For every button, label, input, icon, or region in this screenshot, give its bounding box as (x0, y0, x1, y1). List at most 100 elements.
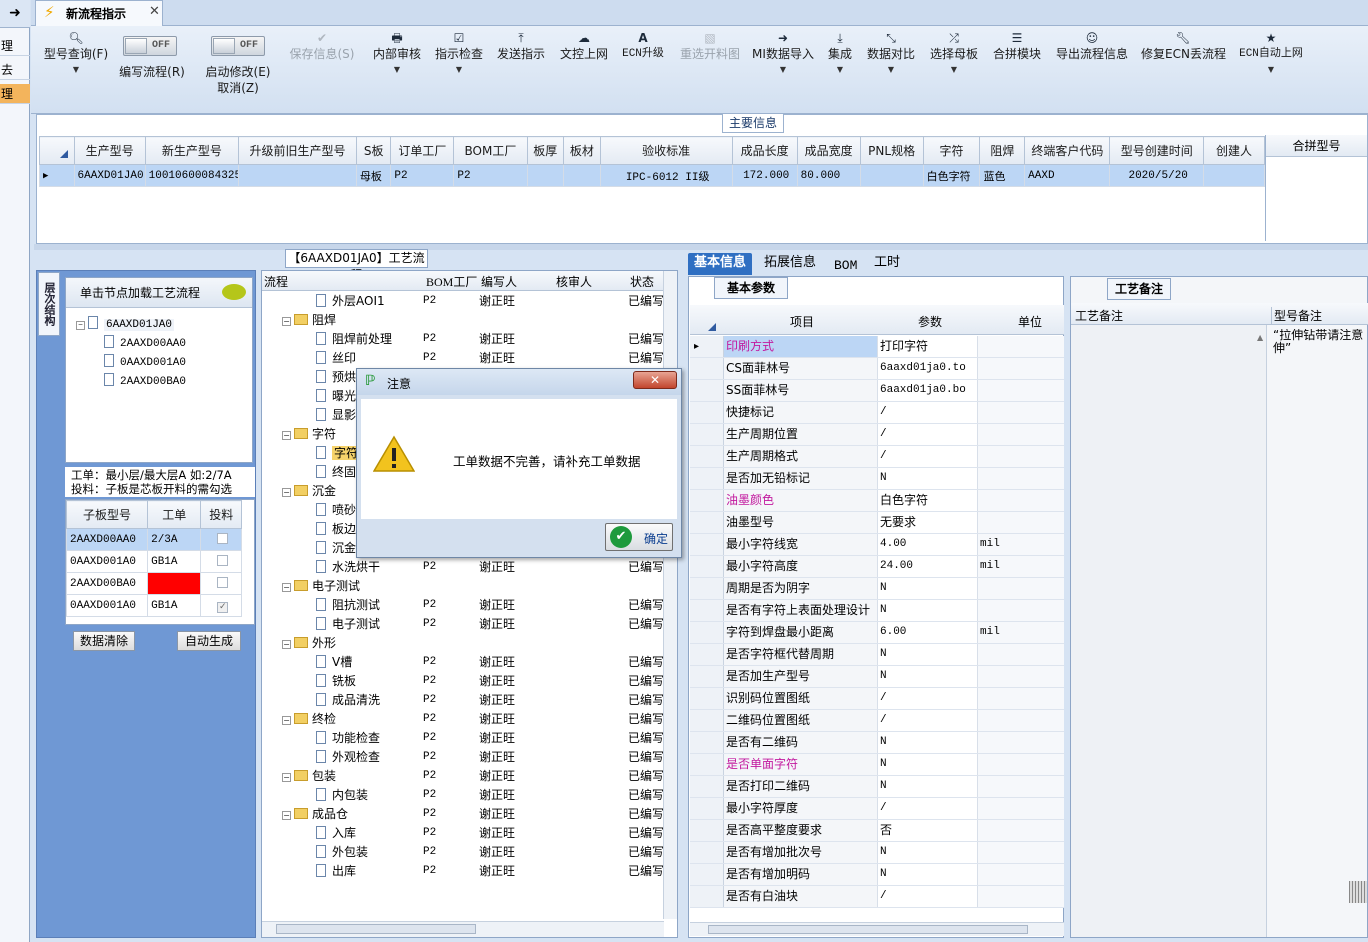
param-row[interactable]: 是否打印二维码 N (690, 776, 1064, 798)
ecn-auto-upload-button[interactable]: ★ ECN自动上网 ▼ (1235, 30, 1307, 76)
close-icon[interactable]: ✕ (633, 371, 677, 389)
col-header[interactable]: 成品长度 (731, 136, 798, 165)
feed-checkbox[interactable] (217, 554, 229, 566)
integrate-button[interactable]: ⤓ 集成 ▼ (823, 30, 857, 76)
process-group-row[interactable]: − 电子测试 (262, 577, 662, 596)
process-group-row[interactable]: − 包装 P2 谢正旺 已编写 (262, 767, 664, 786)
col-header[interactable]: 投料 (200, 500, 242, 529)
save-button[interactable]: ✔ 保存信息(S) (287, 30, 357, 62)
process-group-row[interactable]: − 成品仓 P2 谢正旺 已编写 (262, 805, 664, 824)
col-header[interactable]: 订单工厂 (390, 136, 455, 165)
col-header[interactable]: 字符 (922, 136, 981, 165)
param-value[interactable]: N (878, 578, 978, 599)
dock-item-3[interactable]: 理 (0, 84, 30, 104)
expander-icon[interactable]: − (282, 431, 291, 440)
process-step-row[interactable]: 成品清洗 P2 谢正旺 已编写 (262, 691, 664, 710)
tab-new-flow[interactable]: ⚡ 新流程指示 ✕ (35, 0, 163, 26)
process-step-row[interactable]: 外层AOI1 P2 谢正旺 已编写 (262, 292, 664, 311)
col-header[interactable]: 创建人 (1202, 136, 1266, 165)
col-header[interactable]: 验收标准 (599, 136, 733, 165)
process-note-area[interactable] (1071, 325, 1267, 937)
col-header[interactable]: 新生产型号 (144, 136, 240, 165)
param-value[interactable]: 24.00 (878, 556, 978, 577)
tree-root[interactable]: −6AAXD01JA0 (76, 316, 175, 335)
param-row[interactable]: 是否加无铅标记 N (690, 468, 1064, 490)
panel-module-button[interactable]: ☰ 合拼模块 (991, 30, 1043, 62)
param-value[interactable]: N (878, 468, 978, 489)
col-header[interactable]: 型号创建时间 (1109, 136, 1204, 165)
data-compare-button[interactable]: ⤡ 数据对比 ▼ (865, 30, 917, 76)
horizontal-scrollbar[interactable] (262, 921, 664, 937)
query-button[interactable]: 🔍︎ 型号查询(F) ▼ (41, 30, 111, 76)
col-header[interactable]: BOM工厂 (453, 136, 528, 165)
param-value[interactable]: N (878, 732, 978, 753)
process-step-row[interactable]: 功能检查 P2 谢正旺 已编写 (262, 729, 664, 748)
param-row[interactable]: 字符到焊盘最小距离 6.00 mil (690, 622, 1064, 644)
param-row[interactable]: 是否加生产型号 N (690, 666, 1064, 688)
table-row[interactable]: 2AAXD00AA0 2/3A (66, 528, 242, 551)
table-row[interactable]: ▶ 6AAXD01JA0 10010600084325 母板 P2 P2 IPC… (39, 164, 1266, 187)
param-value[interactable]: 6aaxd01ja0.bo (878, 380, 978, 401)
tab-basic-info[interactable]: 基本信息 (688, 253, 753, 275)
process-step-row[interactable]: 外包装 P2 谢正旺 已编写 (262, 843, 664, 862)
param-row[interactable]: 快捷标记 / (690, 402, 1064, 424)
param-row[interactable]: 周期是否为阴字 N (690, 578, 1064, 600)
param-value[interactable]: / (878, 688, 978, 709)
param-value[interactable]: 否 (878, 820, 978, 841)
param-value[interactable]: 4.00 (878, 534, 978, 555)
process-group-row[interactable]: − 终检 P2 谢正旺 已编写 (262, 710, 664, 729)
col-header[interactable]: 阻焊 (979, 136, 1026, 165)
process-group-row[interactable]: − 阻焊 (262, 311, 662, 330)
auto-edit-toggle[interactable]: OFF (211, 36, 265, 56)
param-row[interactable]: 生产周期格式 / (690, 446, 1064, 468)
process-step-row[interactable]: 丝印 P2 谢正旺 已编写 (262, 349, 664, 368)
unpin-icon[interactable]: ➜ (0, 0, 30, 28)
col-header[interactable]: 终端客户代码 (1024, 136, 1111, 165)
select-mother-board-button[interactable]: ⤮ 选择母板 ▼ (927, 30, 981, 76)
param-row[interactable]: 是否有白油块 / (690, 886, 1064, 908)
feed-checkbox-checked[interactable]: ✓ (217, 601, 229, 613)
param-value[interactable]: N (878, 864, 978, 885)
table-row[interactable]: 0AAXD001A0 GB1A ✓ (66, 594, 242, 617)
param-row[interactable]: 是否有增加明码 N (690, 864, 1064, 886)
param-value[interactable]: N (878, 776, 978, 797)
param-row[interactable]: 最小字符高度 24.00 mil (690, 556, 1064, 578)
grip-icon[interactable] (1349, 881, 1367, 903)
expander-icon[interactable]: − (282, 773, 291, 782)
data-clear-button[interactable]: 数据清除 (73, 631, 135, 651)
col-header[interactable]: 生产型号 (73, 136, 146, 165)
ecn-upgrade-button[interactable]: A ECN升级 (619, 30, 667, 62)
col-header[interactable]: 工艺备注 (1075, 307, 1123, 324)
col-header[interactable]: BOM工厂 (426, 273, 477, 290)
param-row[interactable]: CS面菲林号 6aaxd01ja0.to (690, 358, 1064, 380)
export-flow-button[interactable]: ☺ 导出流程信息 (1053, 30, 1131, 62)
close-icon[interactable]: ✕ (149, 4, 160, 19)
col-header[interactable]: S板 (355, 136, 392, 165)
dock-item-1[interactable]: 理 (0, 36, 30, 56)
horizontal-scrollbar[interactable] (690, 922, 1064, 936)
col-header[interactable]: 板厚 (526, 136, 565, 165)
col-header[interactable]: 状态 (630, 273, 654, 290)
edit-flow-toggle[interactable]: OFF (123, 36, 177, 56)
doc-upload-button[interactable]: ☁ 文控上网 (558, 30, 610, 62)
feed-checkbox[interactable] (217, 576, 229, 588)
param-value[interactable]: 白色字符 (878, 490, 978, 511)
param-value[interactable]: / (878, 424, 978, 445)
param-row[interactable]: 是否有增加批次号 N (690, 842, 1064, 864)
expander-icon[interactable]: − (282, 716, 291, 725)
expander-icon[interactable]: − (282, 640, 291, 649)
expander-icon[interactable]: − (282, 811, 291, 820)
process-group-row[interactable]: − 外形 (262, 634, 662, 653)
feed-checkbox[interactable] (217, 532, 229, 544)
param-row[interactable]: 油墨型号 无要求 (690, 512, 1064, 534)
param-value[interactable]: N (878, 754, 978, 775)
merge-model-header[interactable]: 合拼型号 (1266, 135, 1367, 157)
col-header[interactable]: 子板型号 (66, 500, 149, 529)
param-value[interactable]: N (878, 600, 978, 621)
tab-extended-info[interactable]: 拓展信息 (758, 253, 822, 275)
tab-work-hours[interactable]: 工时 (868, 253, 906, 275)
tab-bom[interactable]: BOM (828, 256, 863, 278)
col-header[interactable]: 核审人 (556, 273, 592, 290)
reselect-cutting-button[interactable]: ▧ 重选开料图 (677, 30, 743, 62)
param-value[interactable]: 6.00 (878, 622, 978, 643)
